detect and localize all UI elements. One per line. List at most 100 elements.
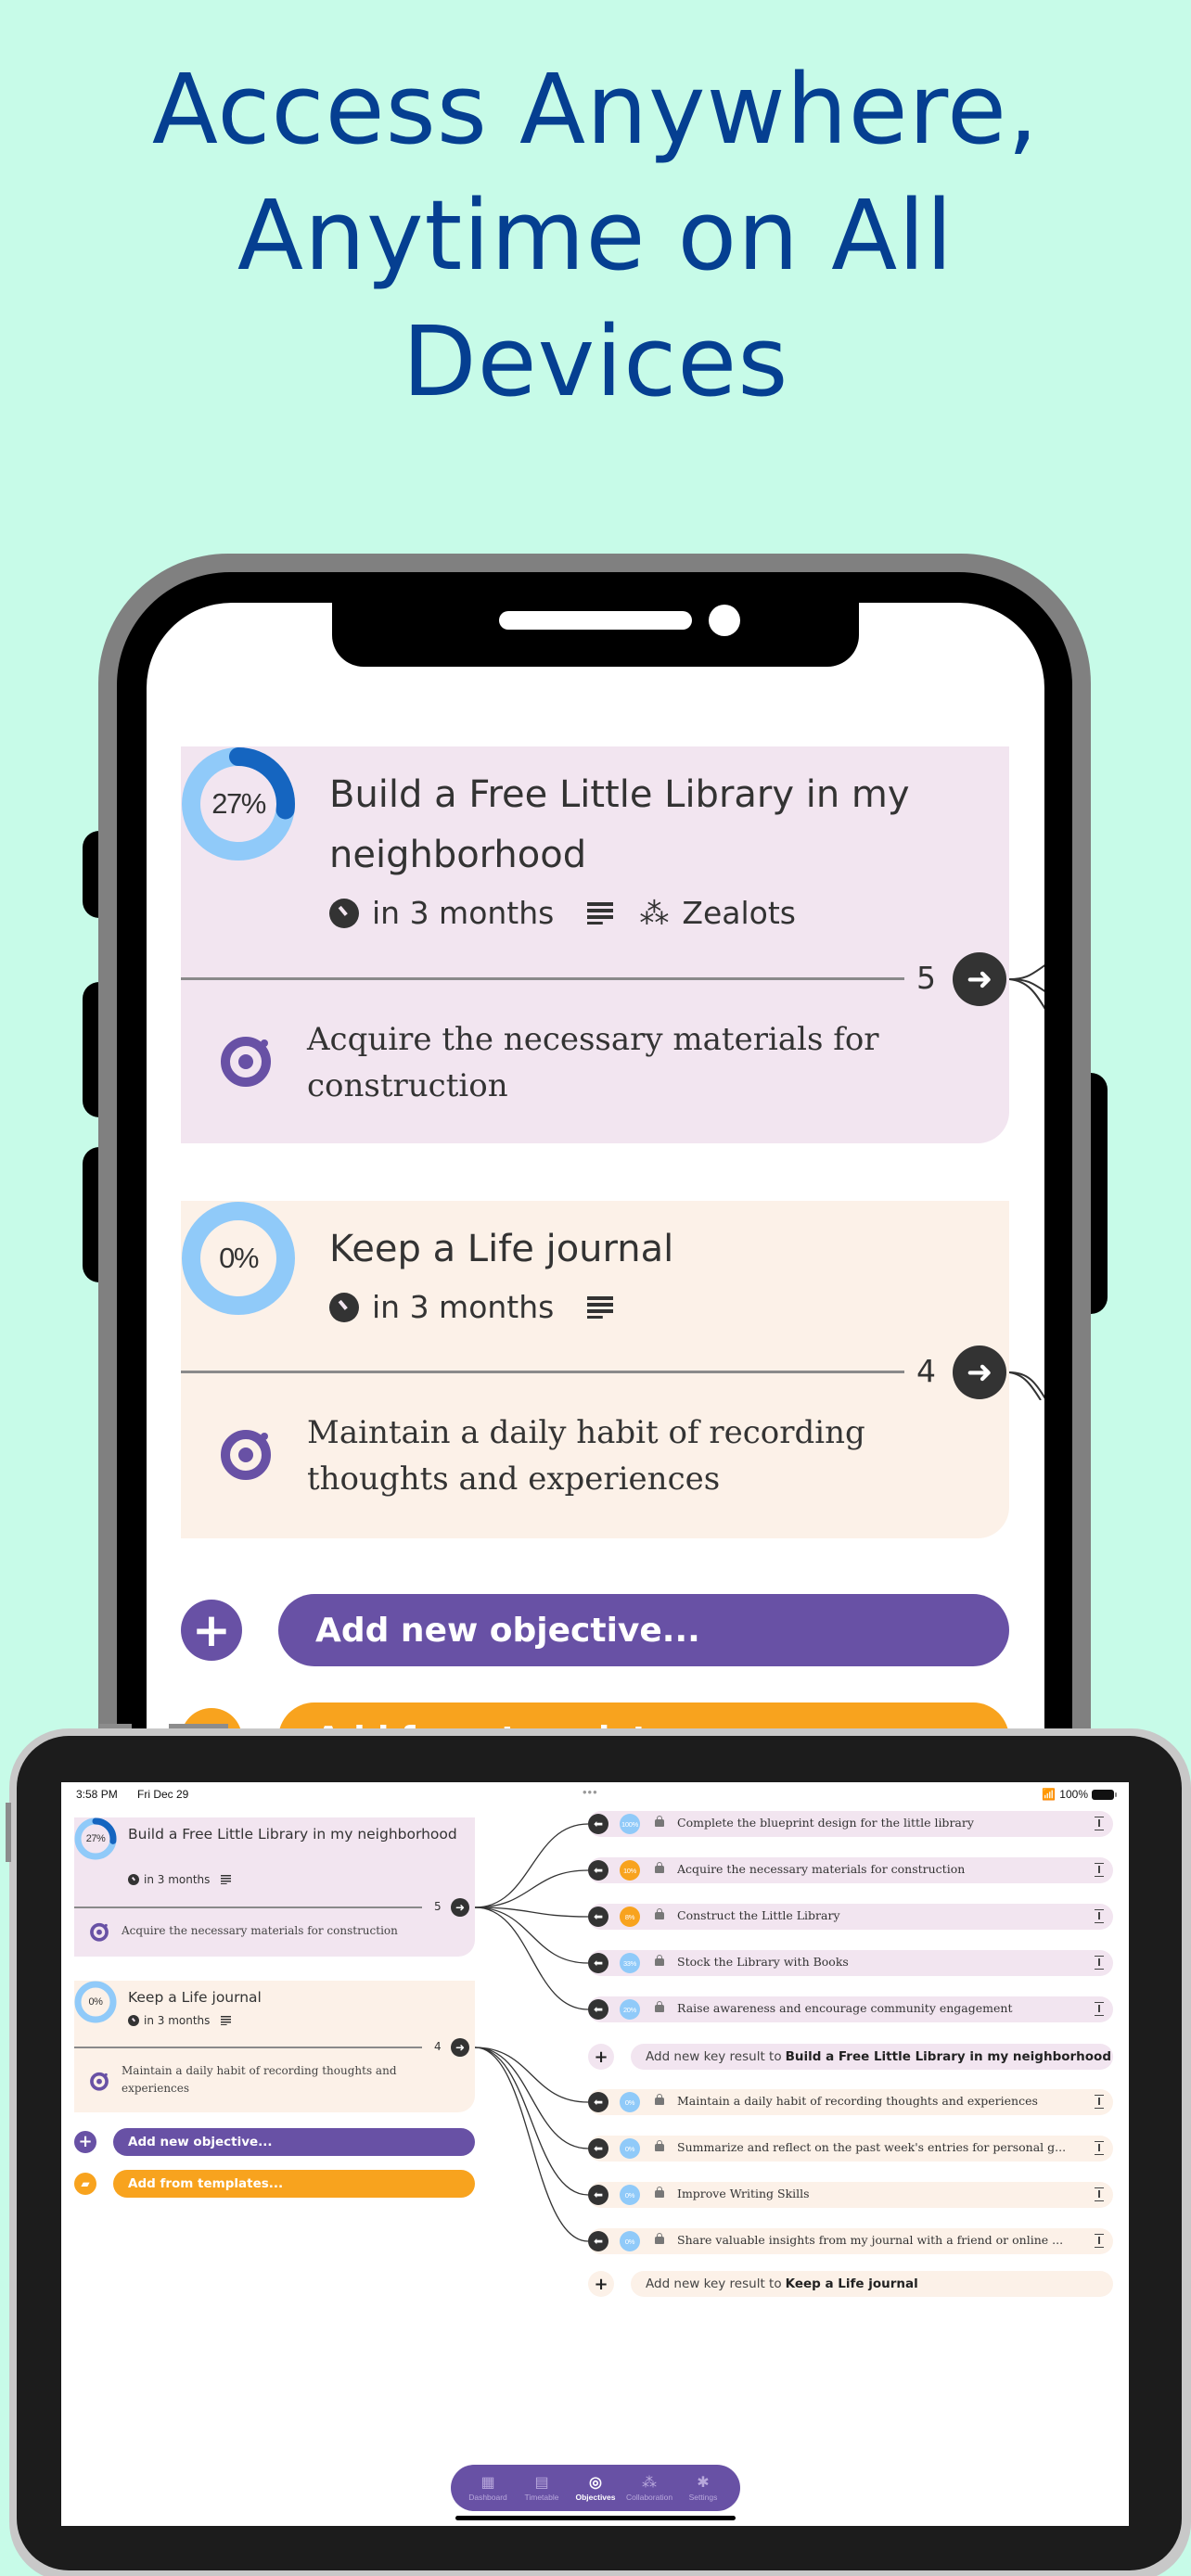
tab-dashboard[interactable]: ▦ Dashboard [462,2474,514,2502]
reorder-handle-icon[interactable] [1095,2095,1104,2109]
progress-percent: 0% [219,1242,259,1274]
reorder-handle-icon[interactable] [1095,2187,1104,2201]
objective-card-journal[interactable]: 0% Keep a Life journal in 3 months 4 ➜ M… [74,1981,475,2112]
key-result-count: 4 [434,2040,442,2053]
connector-curve [474,2047,589,2242]
key-result-row[interactable]: ⬅ 0% Share valuable insights from my journ… [588,2228,1113,2254]
reorder-handle-icon[interactable] [1095,1817,1104,1830]
target-icon: ◎ [589,2475,602,2491]
due-date: in 3 months [144,2014,211,2027]
key-result-target-icon [221,1430,271,1480]
due-date: in 3 months [372,895,555,931]
arrow-left-icon[interactable]: ⬅ [588,2231,608,2251]
connector-lines [1009,964,1044,1400]
arrow-left-icon[interactable]: ⬅ [588,2092,608,2112]
key-result-label: Complete the blueprint design for the li… [677,1816,974,1830]
objective-card-library[interactable]: 27% Build a Free Little Library in my ne… [74,1817,475,1957]
arrow-left-icon[interactable]: ⬅ [588,1999,608,2020]
arrow-left-icon[interactable]: ⬅ [588,1860,608,1881]
card-divider [181,977,904,980]
clock-icon [329,1292,359,1322]
status-bar: 3:58 PM Fri Dec 29 ••• 📶 100% [76,1785,1117,1804]
card-divider [181,1371,904,1373]
reorder-handle-icon[interactable] [1095,2141,1104,2155]
key-result-count: 4 [916,1353,936,1389]
weight-icon [655,1908,664,1919]
tab-label: Timetable [524,2493,559,2502]
key-result-target-icon [221,1037,271,1087]
reorder-handle-icon[interactable] [1095,1909,1104,1923]
key-result-row[interactable]: ⬅ 8% Construct the Little Library [588,1904,1113,1930]
add-from-templates-button[interactable]: Add from templates... [113,2170,475,2198]
add-key-result-library-button[interactable]: Add new key result to Build a Free Littl… [631,2044,1113,2070]
objective-title: Build a Free Little Library in my neighb… [329,773,910,876]
tab-label: Objectives [575,2493,616,2502]
clock-icon [128,2015,139,2026]
notes-icon [221,2016,232,2025]
connector-curve [474,2047,589,2103]
objective-title: Keep a Life journal [128,1989,262,2006]
key-result-row[interactable]: ⬅ 0% Maintain a daily habit of recording t… [588,2089,1113,2115]
key-result-row[interactable]: ⬅ 20% Raise awareness and encourage commun… [588,1996,1113,2022]
arrow-left-icon[interactable]: ⬅ [588,1906,608,1927]
arrow-left-icon[interactable]: ⬅ [588,2185,608,2205]
bottom-tab-bar: ▦ Dashboard ▤ Timetable ◎ Objectives ⁂ Collabor… [451,2465,740,2511]
phone-speaker [499,611,692,630]
tab-collaboration[interactable]: ⁂ Collaboration [623,2474,675,2502]
key-result-count: 5 [434,1900,442,1913]
arrow-left-icon[interactable]: ⬅ [588,1953,608,1973]
objective-card-journal[interactable]: 0% Keep a Life journal in 3 months 4 ➜ M… [181,1201,1009,1538]
calendar-icon: ▤ [534,2475,549,2491]
add-from-templates-icon-button[interactable]: ▰ [74,2173,96,2195]
tab-settings[interactable]: ✱ Settings [677,2474,729,2502]
reorder-handle-icon[interactable] [1095,1956,1104,1970]
highlight-key-result: Maintain a daily habit of recording thou… [307,1414,865,1498]
add-key-result-target: Build a Free Little Library in my neighb… [785,2049,1111,2064]
notes-icon [587,901,614,925]
add-objective-plus-button[interactable]: + [181,1600,242,1661]
reorder-handle-icon[interactable] [1095,2234,1104,2248]
arrow-right-icon[interactable]: ➜ [953,1345,1006,1399]
tablet-screen: 3:58 PM Fri Dec 29 ••• 📶 100% 27% Build … [61,1782,1129,2526]
key-result-label: Raise awareness and encourage community … [677,2001,1013,2015]
collaboration-icon: ⁂ [639,895,670,931]
phone-power-button [1091,1073,1108,1314]
arrow-left-icon[interactable]: ⬅ [588,2138,608,2159]
arrow-left-icon[interactable]: ⬅ [588,1814,608,1834]
add-objective-plus-button[interactable]: + [74,2131,96,2153]
reorder-handle-icon[interactable] [1095,2002,1104,2016]
connector-curve [474,1823,589,1908]
clock-icon [128,1874,139,1885]
add-objective-button[interactable]: Add new objective... [278,1594,1009,1666]
weight-icon [655,2094,664,2105]
objective-meta: in 3 months [128,2014,232,2027]
reorder-handle-icon[interactable] [1095,1863,1104,1877]
tab-objectives[interactable]: ◎ Objectives [570,2474,621,2502]
add-key-result-plus-button[interactable]: + [588,2271,614,2297]
arrow-right-icon[interactable]: ➜ [451,2038,469,2057]
multitasking-dots[interactable]: ••• [583,1785,598,1799]
headline-line-3: Devices [402,305,789,418]
key-result-count: 5 [916,960,936,996]
key-result-label: Maintain a daily habit of recording thou… [677,2094,1038,2108]
key-result-row[interactable]: ⬅ 0% Summarize and reflect on the past wee… [588,2136,1113,2162]
add-key-result-plus-button[interactable]: + [588,2044,614,2070]
objective-meta: in 3 months [128,1873,232,1886]
tab-label: Dashboard [468,2493,507,2502]
key-result-row[interactable]: ⬅ 100% Complete the blueprint design for t… [588,1811,1113,1837]
objective-title: Build a Free Little Library in my neighb… [128,1826,457,1843]
key-result-row[interactable]: ⬅ 0% Improve Writing Skills [588,2182,1113,2208]
key-result-row[interactable]: ⬅ 33% Stock the Library with Books [588,1950,1113,1976]
add-key-result-journal-button[interactable]: Add new key result to Keep a Life journa… [631,2271,1113,2297]
key-result-progress: 0% [620,2231,640,2251]
objective-meta: in 3 months [329,1289,614,1325]
phone-camera [709,605,740,636]
objective-card-library[interactable]: 27% Build a Free Little Library in my ne… [181,746,1009,1143]
key-result-row[interactable]: ⬅ 10% Acquire the necessary materials for … [588,1857,1113,1883]
arrow-right-icon[interactable]: ➜ [451,1898,469,1917]
tab-timetable[interactable]: ▤ Timetable [516,2474,568,2502]
connector-curve [474,1906,589,1964]
card-divider [74,1906,422,1908]
add-objective-button[interactable]: Add new objective... [113,2128,475,2156]
arrow-right-icon[interactable]: ➜ [953,952,1006,1006]
